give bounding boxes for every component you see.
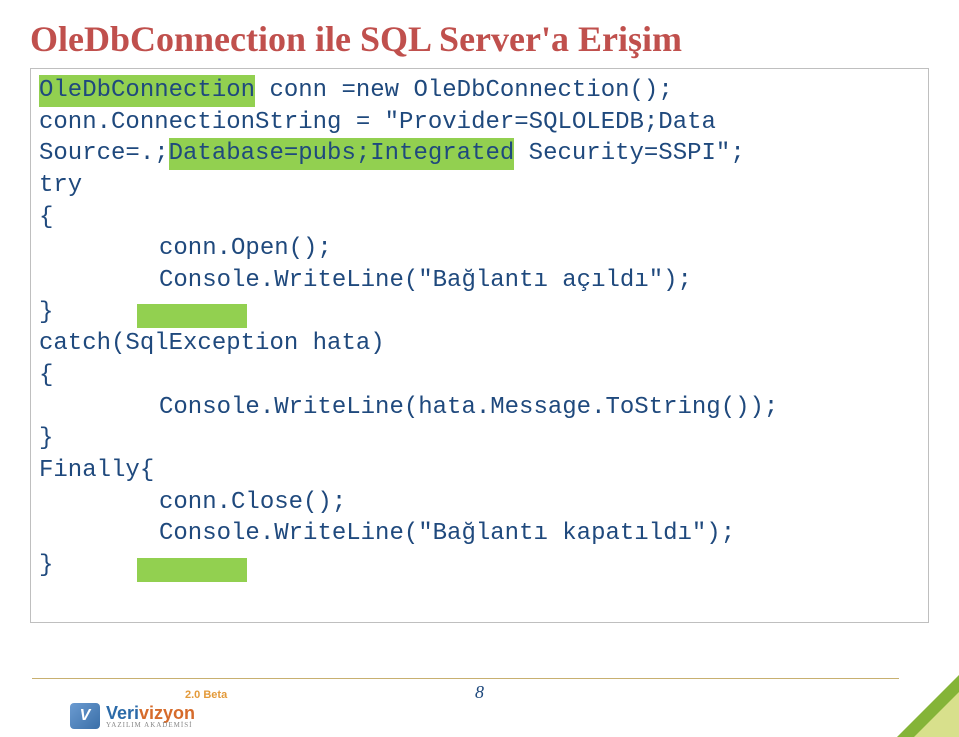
code-text: Security=SSPI"; — [514, 140, 744, 167]
logo-tagline: YAZILIM AKADEMİSİ — [106, 722, 195, 729]
logo: V Verivizyon YAZILIM AKADEMİSİ — [70, 703, 195, 729]
code-text: } — [39, 425, 53, 452]
highlight-box2 — [137, 558, 247, 582]
code-text: { — [39, 362, 53, 389]
code-text: conn.ConnectionString = "Provider=SQLOLE… — [39, 109, 730, 136]
highlight-oledbconnection: OleDbConnection — [39, 75, 255, 107]
code-text: catch(SqlException hata) — [39, 330, 385, 357]
highlight-database: Database=pubs;Integrated — [169, 138, 515, 170]
code-text: Console — [159, 520, 260, 547]
code-text: { — [39, 204, 53, 231]
code-text: Console.WriteLine(hata.Message.ToString(… — [159, 394, 778, 421]
code-text: conn =new OleDbConnection(); — [255, 77, 673, 104]
code-text: Source=.; — [39, 140, 169, 167]
logo-name: Verivizyon — [106, 704, 195, 722]
code-text: Finally{ — [39, 457, 154, 484]
corner-decoration-front — [914, 692, 959, 737]
highlight-box1 — [137, 304, 247, 328]
code-text: conn.Close(); — [159, 489, 346, 516]
footer: 8 2.0 Beta V Verivizyon YAZILIM AKADEMİS… — [0, 677, 959, 737]
code-text: conn.Open(); — [159, 235, 332, 262]
slide-title: OleDbConnection ile SQL Server'a Erişim — [30, 18, 929, 60]
code-text: } — [39, 299, 53, 326]
page-number: 8 — [475, 682, 484, 703]
code-text: .WriteLine("Bağlantı açıldı"); — [260, 267, 692, 294]
code-block: OleDbConnection conn =new OleDbConnectio… — [30, 68, 929, 623]
code-text: Console — [159, 267, 260, 294]
beta-label: 2.0 Beta — [185, 689, 227, 701]
logo-icon: V — [70, 703, 100, 729]
code-text: } — [39, 552, 53, 579]
code-text: .WriteLine("Bağlantı kapatıldı"); — [260, 520, 735, 547]
code-text: try — [39, 172, 82, 199]
